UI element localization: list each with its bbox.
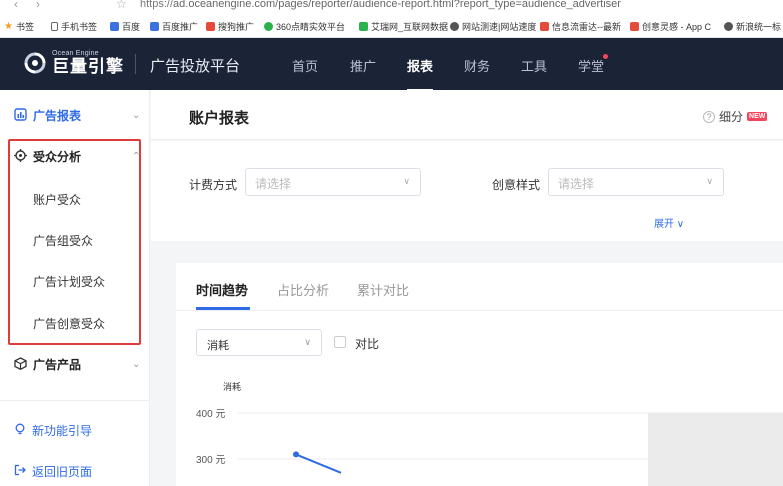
breakdown-label: 细分 xyxy=(719,110,744,124)
chevron-down-icon: ⌄ xyxy=(132,359,141,370)
iresearch-icon xyxy=(359,22,368,31)
notification-dot xyxy=(603,54,608,59)
chevron-down-icon: ⌄ xyxy=(132,110,141,121)
sidebar-item-label: 广告报表 xyxy=(33,109,82,123)
target-icon xyxy=(14,148,27,165)
tab-cumulative-comparison[interactable]: 累计对比 xyxy=(357,280,409,299)
exit-icon xyxy=(14,464,26,479)
bookmark-item[interactable]: 信息流雷达--最新 xyxy=(540,20,621,33)
breakdown-button[interactable]: ? 细分 NEW xyxy=(703,108,768,125)
new-badge: NEW xyxy=(747,112,768,121)
chart-card: 时间趋势 占比分析 累计对比 消耗 ∨ 对比 消耗 400 元 300 元 xyxy=(176,263,783,486)
back-to-old-page-link[interactable]: 返回旧页面 xyxy=(14,463,92,480)
y-tick-label: 400 元 xyxy=(196,409,225,420)
bookmark-star-icon[interactable]: ☆ xyxy=(116,0,127,11)
data-point[interactable] xyxy=(293,451,299,458)
bookmark-item[interactable]: 网站测速|网站速度 xyxy=(450,20,536,33)
chevron-down-icon: ∨ xyxy=(403,176,410,186)
inspiration-icon xyxy=(630,22,639,31)
guide-label: 新功能引导 xyxy=(32,424,93,438)
chevron-up-icon: ⌃ xyxy=(132,151,141,162)
sidebar-subitem-adgroup-audience[interactable]: 广告组受众 xyxy=(33,232,93,249)
trend-chart: 消耗 400 元 300 元 xyxy=(196,381,783,486)
bookmarks-bar: ★ 书签 手机书签 百度 百度推广 搜狗推广 360点睛实效平台 艾瑞网_互联网数… xyxy=(0,14,783,38)
globe-icon xyxy=(450,22,459,31)
sidebar: 广告报表 ⌄ 受众分析 ⌃ 账户受众 广告组受众 广告计划受众 广告创意受众 广… xyxy=(0,90,150,486)
radar-icon xyxy=(540,22,549,31)
metric-select[interactable]: 消耗 ∨ xyxy=(196,329,322,356)
sogou-icon xyxy=(206,22,215,31)
tab-share-analysis[interactable]: 占比分析 xyxy=(277,280,329,299)
bookmark-item[interactable]: 艾瑞网_互联网数据 xyxy=(359,20,448,33)
browser-url-bar: ‹› ☆ https://ad.oceanengine.com/pages/re… xyxy=(0,0,783,14)
help-icon: ? xyxy=(703,110,715,123)
sidebar-subitem-campaign-audience[interactable]: 广告计划受众 xyxy=(33,273,105,290)
address-input[interactable]: https://ad.oceanengine.com/pages/reporte… xyxy=(140,0,621,10)
chart-ylabel: 消耗 xyxy=(223,381,241,392)
phone-icon xyxy=(51,22,58,31)
browser-nav-icons[interactable]: ‹› xyxy=(14,0,58,11)
nav-item-tools[interactable]: 工具 xyxy=(521,56,547,75)
nav-item-academy[interactable]: 学堂 xyxy=(578,56,604,75)
sidebar-item-audience-analysis[interactable]: 受众分析 ⌃ xyxy=(14,148,140,165)
globe-icon xyxy=(724,22,733,31)
active-tab-indicator xyxy=(196,307,250,310)
ocean-engine-logo-icon xyxy=(24,52,46,74)
y-tick-label: 300 元 xyxy=(196,455,225,466)
compare-checkbox[interactable] xyxy=(334,336,346,348)
sidebar-item-label: 广告产品 xyxy=(33,358,82,372)
sidebar-item-label: 受众分析 xyxy=(33,150,82,164)
top-navigation: Ocean Engine 巨量引擎 广告投放平台 首页 推广 报表 财务 工具 … xyxy=(0,38,783,92)
sidebar-item-ad-report[interactable]: 广告报表 ⌄ xyxy=(14,107,140,124)
sidebar-subitem-creative-audience[interactable]: 广告创意受众 xyxy=(33,315,105,332)
hover-band xyxy=(648,413,783,486)
logo-divider xyxy=(135,54,136,74)
baidu-icon xyxy=(110,22,119,31)
brand-subtitle: Ocean Engine xyxy=(52,50,99,57)
tab-time-trend[interactable]: 时间趋势 xyxy=(196,280,248,299)
nav-item-home[interactable]: 首页 xyxy=(292,56,318,75)
report-icon xyxy=(14,107,27,124)
billing-label: 计费方式 xyxy=(189,178,238,192)
page-header: 账户报表 ? 细分 NEW xyxy=(151,90,783,140)
bookmark-item[interactable]: 手机书签 xyxy=(51,20,97,33)
bookmark-item[interactable]: 创意灵感 - App C xyxy=(630,20,711,33)
bookmark-item[interactable]: 百度 xyxy=(110,20,140,33)
sidebar-item-ad-product[interactable]: 广告产品 ⌄ xyxy=(14,356,140,373)
nav-item-reports[interactable]: 报表 xyxy=(407,56,434,92)
nav-item-promotion[interactable]: 推广 xyxy=(350,56,376,75)
new-feature-guide-link[interactable]: 新功能引导 xyxy=(14,422,92,439)
chevron-down-icon: ∨ xyxy=(304,337,311,347)
expand-filters-link[interactable]: 展开 ∨ xyxy=(654,215,684,230)
platform-title: 广告投放平台 xyxy=(150,58,241,75)
billing-select[interactable]: 请选择 ∨ xyxy=(245,168,421,196)
bookmark-item[interactable]: 搜狗推广 xyxy=(206,20,254,33)
sidebar-divider xyxy=(0,400,149,401)
bookmark-item[interactable]: 百度推广 xyxy=(150,20,198,33)
creative-style-label: 创意样式 xyxy=(492,178,541,192)
bookmark-item[interactable]: 新浪统一标 xyxy=(724,20,781,33)
back-label: 返回旧页面 xyxy=(32,465,93,479)
bookmark-item[interactable]: ★ 书签 xyxy=(4,20,34,33)
filter-panel: 计费方式 请选择 ∨ 创意样式 请选择 ∨ 展开 ∨ xyxy=(151,141,783,241)
baidu-icon xyxy=(150,22,159,31)
sidebar-subitem-account-audience[interactable]: 账户受众 xyxy=(33,191,81,208)
page-title: 账户报表 xyxy=(189,110,250,127)
star-icon: ★ xyxy=(4,21,13,32)
chevron-down-icon: ∨ xyxy=(706,176,713,186)
brand-title: 巨量引擎 xyxy=(52,57,124,76)
series-line xyxy=(295,453,342,474)
lightbulb-icon xyxy=(14,423,26,438)
ocean-engine-logo[interactable]: Ocean Engine 巨量引擎 xyxy=(24,50,124,75)
tabs-divider xyxy=(176,310,783,311)
creative-style-select[interactable]: 请选择 ∨ xyxy=(548,168,724,196)
bookmark-item[interactable]: 360点睛实效平台 xyxy=(264,20,345,33)
nav-item-finance[interactable]: 财务 xyxy=(464,56,490,75)
compare-label: 对比 xyxy=(355,337,380,351)
360-icon xyxy=(264,22,273,31)
cube-icon xyxy=(14,356,27,373)
